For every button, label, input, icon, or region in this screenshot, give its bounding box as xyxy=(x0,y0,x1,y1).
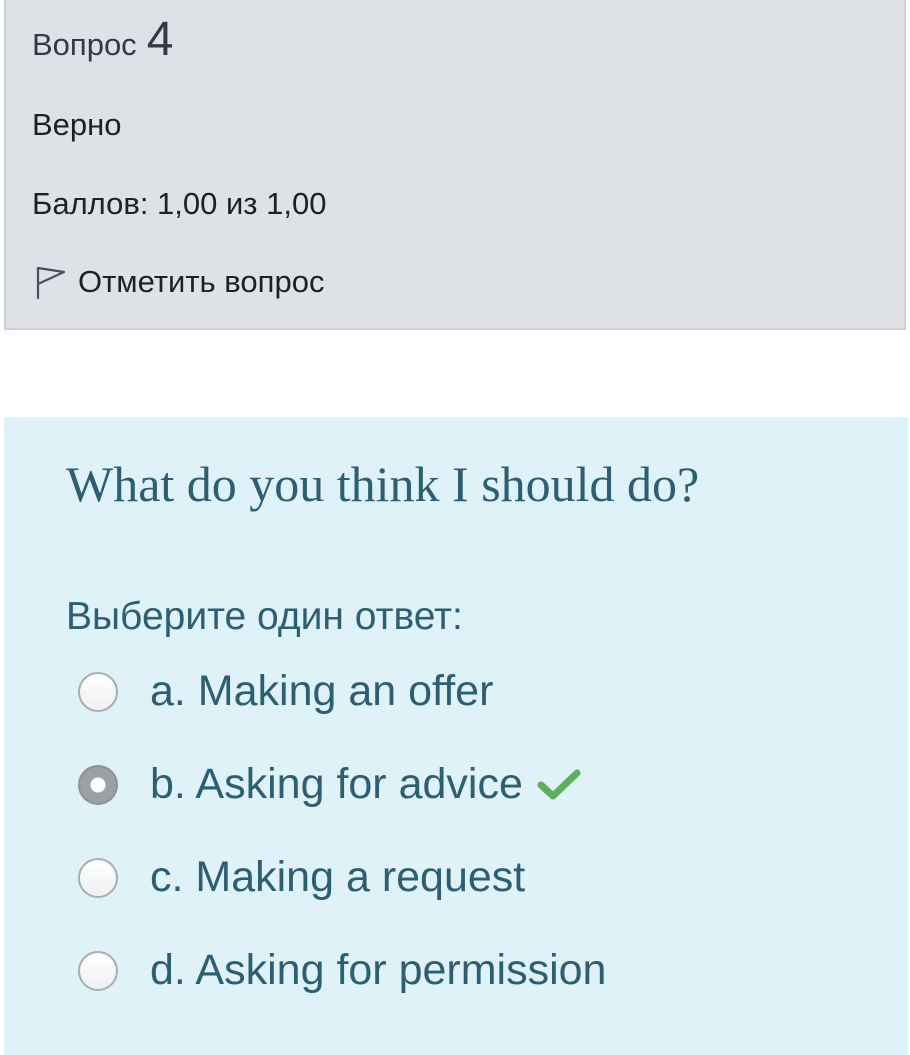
question-number: 4 xyxy=(146,13,174,66)
question-number-heading: Вопрос 4 xyxy=(32,16,173,64)
answer-label-c: c. Making a request xyxy=(150,853,526,901)
answer-label-d: d. Asking for permission xyxy=(150,946,607,994)
flag-question-link[interactable]: Отметить вопрос xyxy=(32,262,324,302)
radio-button-d[interactable] xyxy=(78,950,118,991)
answer-option-b[interactable]: b. Asking for advice xyxy=(78,760,581,809)
question-state: Верно xyxy=(32,107,122,142)
flag-icon xyxy=(32,262,68,302)
answer-option-a[interactable]: a. Making an offer xyxy=(78,667,493,716)
radio-button-a[interactable] xyxy=(78,671,118,712)
answer-option-d[interactable]: d. Asking for permission xyxy=(78,946,606,995)
answer-option-c[interactable]: c. Making a request xyxy=(78,853,525,902)
question-info-panel: Вопрос 4 Верно Баллов: 1,00 из 1,00 Отмет… xyxy=(4,0,906,330)
question-word: Вопрос xyxy=(32,27,137,62)
question-content: What do you think I should do? Выберите … xyxy=(4,417,908,1055)
check-icon xyxy=(537,765,581,805)
answer-label-b: b. Asking for advice xyxy=(150,760,523,808)
answer-prompt: Выберите один ответ: xyxy=(66,595,463,638)
radio-button-b[interactable] xyxy=(78,764,118,805)
answer-label-a: a. Making an offer xyxy=(150,667,494,715)
flag-question-label: Отметить вопрос xyxy=(78,264,325,299)
question-grade: Баллов: 1,00 из 1,00 xyxy=(32,186,327,221)
radio-button-c[interactable] xyxy=(78,857,118,898)
question-text: What do you think I should do? xyxy=(66,456,700,512)
